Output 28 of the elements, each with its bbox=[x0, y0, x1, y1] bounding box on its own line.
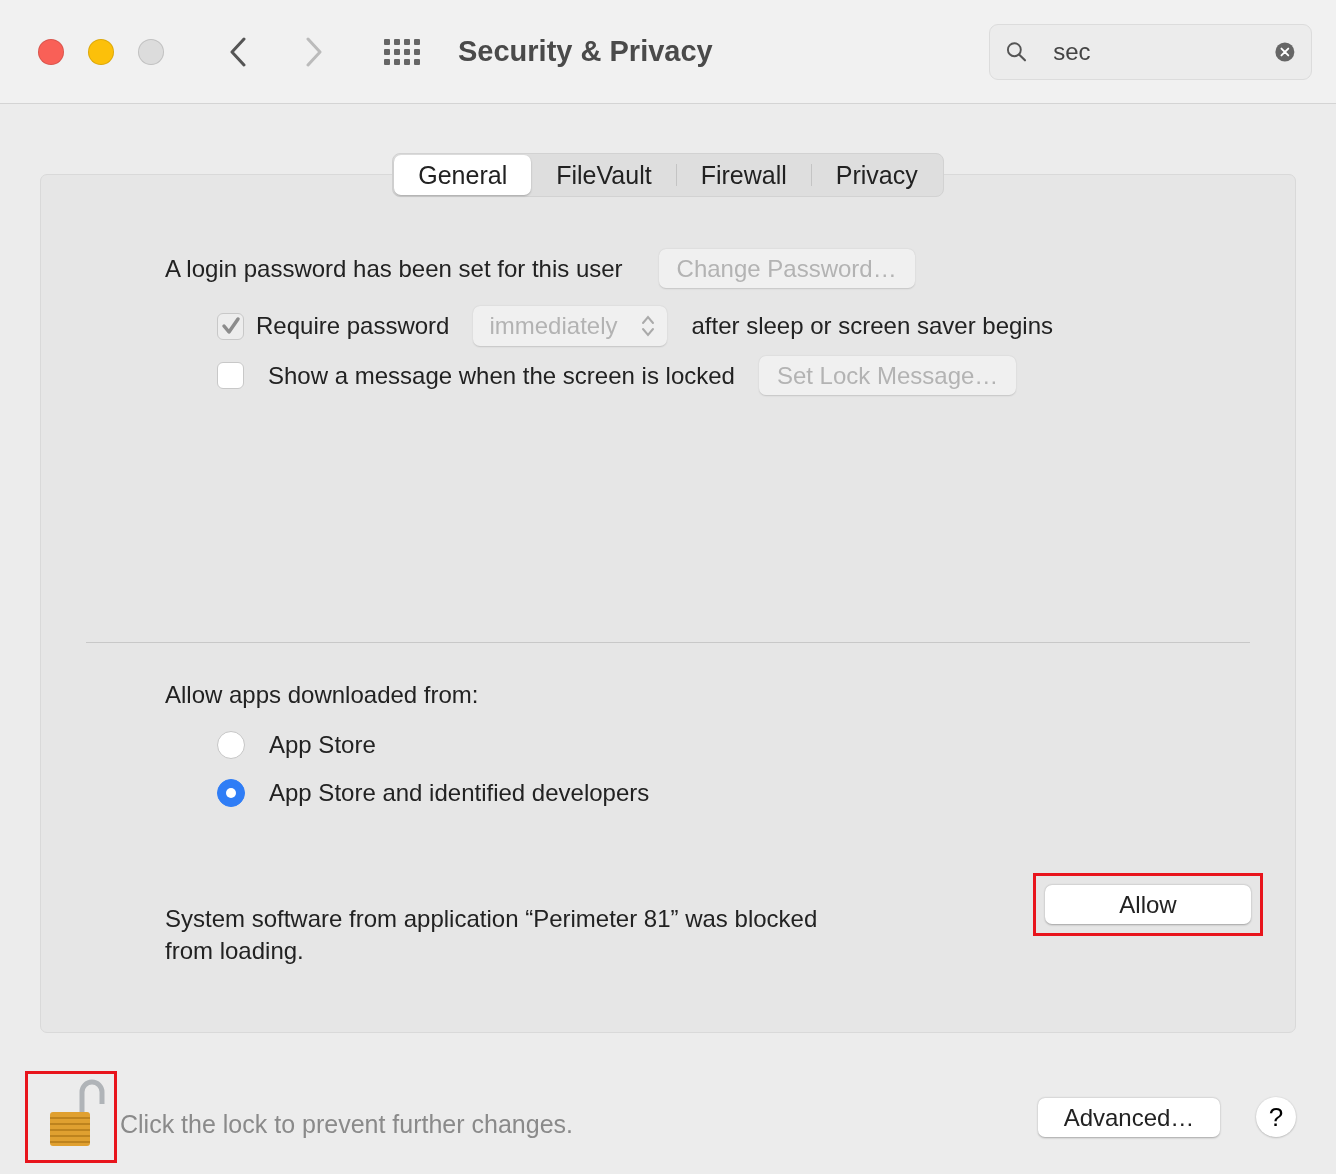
search-input[interactable]: sec bbox=[1051, 32, 1252, 71]
blocked-message: System software from application “Perimeter 81” was blocked from loading. bbox=[165, 904, 819, 966]
allow-apps-label: Allow apps downloaded from: bbox=[165, 680, 480, 710]
advanced-button[interactable]: Advanced… bbox=[1038, 1097, 1220, 1137]
tab[interactable]: Firewall bbox=[676, 155, 811, 195]
window-title: Security & Privacy bbox=[458, 33, 713, 69]
allow-button[interactable]: Allow bbox=[1045, 885, 1251, 924]
tab[interactable]: General bbox=[394, 155, 532, 195]
tab[interactable]: FileVault bbox=[532, 155, 676, 195]
grid-icon[interactable] bbox=[384, 38, 422, 65]
show-message-checkbox[interactable] bbox=[217, 362, 244, 389]
radio-label: App Store bbox=[269, 730, 376, 760]
radio-label: App Store and identified developers bbox=[269, 778, 650, 808]
window-control-dot[interactable] bbox=[88, 38, 114, 65]
tab[interactable]: Privacy bbox=[811, 155, 942, 195]
window-control-dot[interactable] bbox=[38, 38, 64, 65]
padlock-icon[interactable] bbox=[28, 1074, 114, 1160]
lock-hint-text: Click the lock to prevent further changes. bbox=[120, 1109, 573, 1141]
radio-button[interactable] bbox=[217, 731, 245, 759]
radio-button[interactable] bbox=[217, 779, 245, 807]
up-down-arrows-icon bbox=[641, 314, 656, 338]
window-control-dot[interactable] bbox=[138, 38, 164, 65]
require-password-suffix: after sleep or screen saver begins bbox=[691, 311, 1053, 341]
require-password-label: Require password bbox=[256, 311, 450, 341]
show-message-label: Show a message when the screen is locked bbox=[268, 360, 735, 391]
search-field[interactable]: sec bbox=[989, 23, 1312, 80]
login-password-text: A login password has been set for this user bbox=[165, 253, 623, 284]
help-button[interactable]: ? bbox=[1256, 1097, 1296, 1137]
